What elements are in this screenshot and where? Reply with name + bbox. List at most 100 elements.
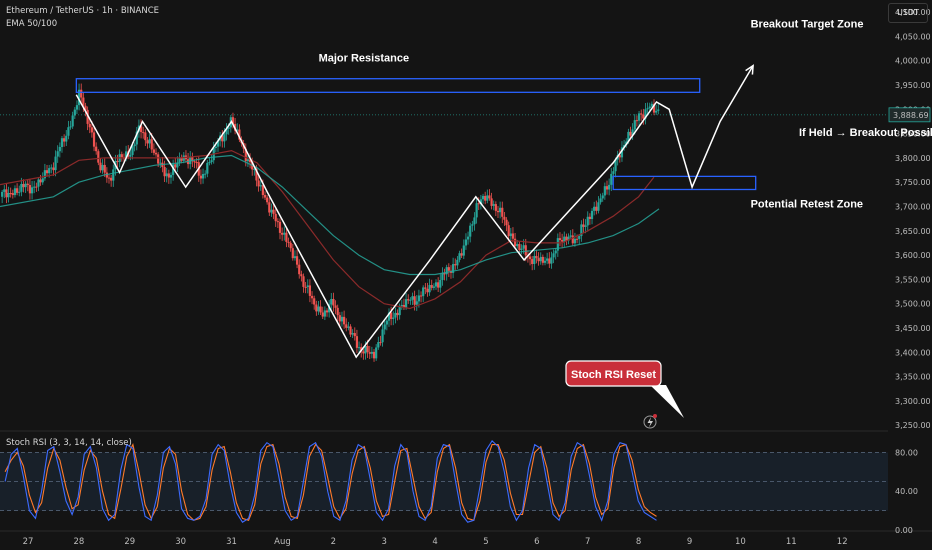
candle-body <box>655 110 658 113</box>
candle-body <box>507 225 510 237</box>
price-tick-label: 3,350.00 <box>895 373 931 382</box>
ema-100-line[interactable] <box>0 154 660 276</box>
price-tick-label: 3,450.00 <box>895 324 931 333</box>
candle-body <box>1 191 4 197</box>
candle-body <box>157 154 160 164</box>
time-tick-label: 8 <box>636 537 641 547</box>
candle-body <box>518 244 521 250</box>
candle-body <box>204 173 207 175</box>
major-resistance-zone[interactable] <box>75 78 701 93</box>
stoch-tick-label: 40.00 <box>895 487 918 496</box>
candle-body <box>522 245 525 249</box>
candle-body <box>469 225 472 237</box>
time-tick-label: 4 <box>432 537 437 547</box>
candle-body <box>605 186 609 190</box>
candle-body <box>56 151 59 157</box>
candle-body <box>319 306 322 313</box>
time-tick-label: 12 <box>837 537 848 547</box>
candle-body <box>445 267 448 275</box>
candle-body <box>503 216 506 220</box>
candle-body <box>313 298 316 305</box>
candle-body <box>281 232 284 235</box>
candle-body <box>456 259 459 266</box>
candle-body <box>381 329 384 343</box>
candle-body <box>37 179 40 187</box>
candle-body <box>165 173 168 177</box>
candle-body <box>601 195 604 199</box>
candle-body <box>148 139 151 144</box>
candle-body <box>88 123 91 128</box>
candle-body <box>466 236 470 240</box>
candle-body <box>287 241 290 243</box>
annotation-label: Breakout Target Zone <box>751 19 864 31</box>
candle-body <box>426 288 429 293</box>
candle-body <box>291 248 294 259</box>
annotation-label: Potential Retest Zone <box>751 198 863 210</box>
candle-body <box>270 209 273 213</box>
candle-body <box>505 219 508 226</box>
pattern-path[interactable] <box>75 65 754 359</box>
candle-body <box>573 238 577 244</box>
candle-body <box>537 258 540 262</box>
candle-body <box>295 256 299 265</box>
candle-body <box>635 120 639 122</box>
candle-body <box>473 217 476 225</box>
candle-body <box>332 299 335 306</box>
candle-body <box>464 239 468 246</box>
time-tick-label: 2 <box>331 537 336 547</box>
candle-body <box>101 164 104 171</box>
time-tick-label: 5 <box>483 537 488 547</box>
candle-body <box>26 183 29 186</box>
candle-body <box>541 256 544 263</box>
stoch-legend[interactable]: Stoch RSI (3, 3, 14, 14, close) <box>6 438 132 448</box>
candle-body <box>546 258 549 261</box>
time-tick-label: 7 <box>585 537 590 547</box>
candle-body <box>531 259 534 264</box>
candle-body <box>603 186 606 196</box>
candle-body <box>575 238 579 240</box>
candle-body <box>259 185 262 187</box>
candle-body <box>60 138 64 147</box>
candle-body <box>24 183 27 188</box>
time-tick-label: 6 <box>534 537 539 547</box>
retest-zone[interactable] <box>612 175 757 191</box>
alert-dot <box>653 414 657 418</box>
candle-body <box>520 248 523 250</box>
candle-body <box>458 253 461 260</box>
candle-body <box>390 312 393 319</box>
candle-body <box>379 342 382 344</box>
candle-body <box>460 253 463 256</box>
candle-body <box>298 264 301 275</box>
candle-body <box>612 171 615 174</box>
time-tick-label: 29 <box>124 537 135 547</box>
candle-body <box>454 264 457 266</box>
candle-body <box>336 307 339 316</box>
candle-body <box>548 258 551 264</box>
candle-body <box>90 127 94 133</box>
stoch-tick-label: 0.00 <box>895 526 913 535</box>
candle-body <box>278 221 282 233</box>
candle-body <box>475 203 478 218</box>
candle-body <box>353 333 356 337</box>
candle-body <box>131 146 134 155</box>
candle-body <box>509 233 512 237</box>
candle-body <box>524 245 527 256</box>
candle-body <box>7 192 10 198</box>
candle-body <box>590 210 594 220</box>
candle-body <box>75 105 79 110</box>
candle-body <box>285 232 288 242</box>
chart-canvas[interactable]: 4,100.004,050.004,000.003,950.003,900.00… <box>0 0 932 550</box>
candle-body <box>206 162 209 174</box>
price-tick-label: 3,700.00 <box>895 202 931 211</box>
time-tick-label: Aug <box>274 537 291 547</box>
candle-body <box>413 296 416 305</box>
candle-body <box>657 109 660 111</box>
currency-button[interactable]: USDT <box>888 3 928 23</box>
candle-body <box>3 189 6 192</box>
indicator-legend[interactable]: EMA 50/100 <box>6 19 57 29</box>
candle-body <box>362 351 365 354</box>
candle-body <box>257 180 260 187</box>
candle-body <box>33 186 36 188</box>
candle-body <box>133 144 136 147</box>
symbol-header[interactable]: Ethereum / TetherUS · 1h · BINANCE <box>6 6 159 16</box>
